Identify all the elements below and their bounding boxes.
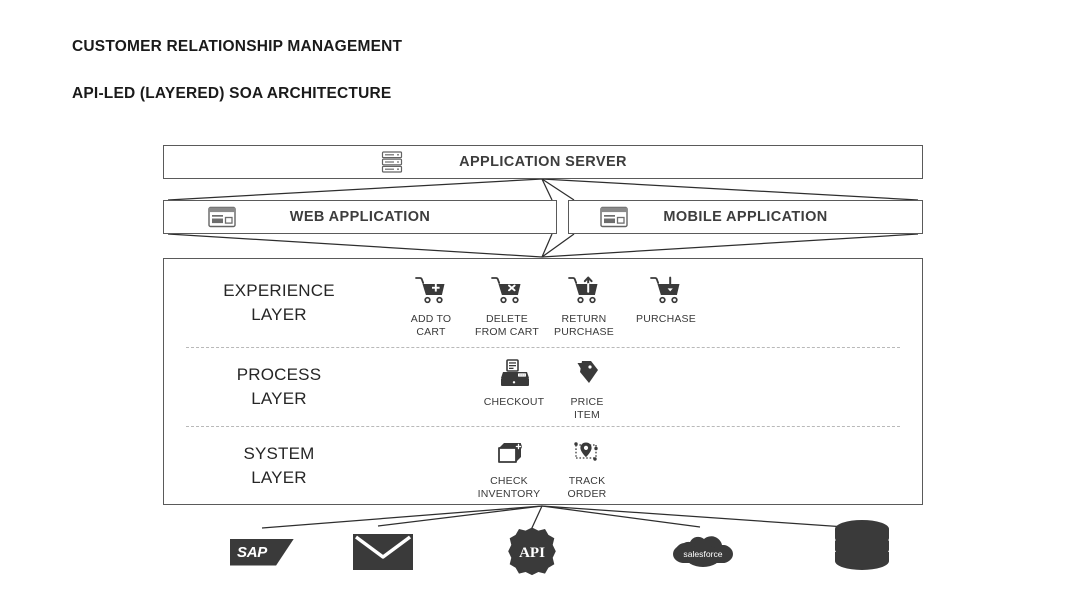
- salesforce-wordmark: salesforce: [683, 549, 722, 559]
- backend-email[interactable]: [318, 528, 448, 576]
- browser-window-icon: [599, 205, 629, 229]
- salesforce-cloud-icon: salesforce: [638, 528, 768, 576]
- page-title: CUSTOMER RELATIONSHIP MANAGEMENT: [72, 38, 403, 55]
- envelope-icon: [318, 528, 448, 576]
- sap-logo-icon: SAP: [197, 528, 327, 576]
- api-layers-container: EXPERIENCE LAYER PROCESS LAYER SYSTEM LA…: [163, 258, 923, 505]
- caption-line1: PURCHASE: [636, 313, 696, 325]
- page-subtitle: API-LED (LAYERED) SOA ARCHITECTURE: [72, 85, 391, 103]
- database-icon: [797, 520, 927, 570]
- caption-line1: TRACK: [568, 475, 606, 487]
- subtitle-emphasis: API-LED (LAYERED): [72, 85, 225, 102]
- process-layer-title-line2: LAYER: [251, 389, 307, 409]
- api-gear-text: API: [519, 545, 545, 561]
- node-price-item[interactable]: PRICE ITEM: [538, 356, 636, 422]
- api-gear-icon: API: [467, 527, 597, 576]
- process-layer-title: PROCESS LAYER: [179, 363, 379, 411]
- mobile-application-label: MOBILE APPLICATION: [663, 209, 828, 225]
- backend-sap[interactable]: SAP: [197, 528, 327, 576]
- node-caption: PURCHASE: [617, 313, 715, 326]
- node-purchase[interactable]: PURCHASE: [617, 273, 715, 326]
- cart-purchase-icon: [617, 273, 715, 307]
- caption-line2: ORDER: [567, 487, 607, 500]
- system-layer-title-line1: SYSTEM: [243, 444, 315, 463]
- system-layer-title-line2: LAYER: [251, 468, 307, 488]
- backend-database[interactable]: [797, 520, 927, 570]
- caption-line1: PRICE: [570, 396, 604, 408]
- application-server-bar[interactable]: APPLICATION SERVER: [163, 145, 923, 179]
- node-track-order[interactable]: TRACK ORDER: [538, 435, 636, 501]
- experience-layer-title-line1: EXPERIENCE: [223, 281, 335, 300]
- system-layer-title: SYSTEM LAYER: [179, 442, 379, 490]
- caption-line2: PURCHASE: [554, 325, 614, 338]
- experience-layer-title-line2: LAYER: [251, 305, 307, 325]
- server-rack-icon: [379, 150, 405, 174]
- web-application-box[interactable]: WEB APPLICATION: [163, 200, 557, 234]
- diagram-canvas: CUSTOMER RELATIONSHIP MANAGEMENT API-LED…: [0, 0, 1080, 608]
- caption-line2: ITEM: [574, 408, 600, 421]
- backend-salesforce[interactable]: salesforce: [638, 528, 768, 576]
- layer-divider: [186, 347, 900, 348]
- node-caption: PRICE ITEM: [538, 396, 636, 422]
- sap-logo-text: SAP: [237, 543, 267, 561]
- process-layer-title-line1: PROCESS: [236, 365, 322, 384]
- node-caption: TRACK ORDER: [538, 475, 636, 501]
- experience-layer-title: EXPERIENCE LAYER: [179, 279, 379, 327]
- application-server-label: APPLICATION SERVER: [459, 154, 627, 170]
- mobile-application-box[interactable]: MOBILE APPLICATION: [568, 200, 923, 234]
- subtitle-rest: SOA ARCHITECTURE: [224, 85, 392, 102]
- web-application-label: WEB APPLICATION: [289, 209, 431, 225]
- price-tag-icon: [538, 356, 636, 390]
- map-route-icon: [538, 435, 636, 469]
- layer-divider: [186, 426, 900, 427]
- backend-api[interactable]: API: [467, 527, 597, 576]
- browser-window-icon: [207, 205, 237, 229]
